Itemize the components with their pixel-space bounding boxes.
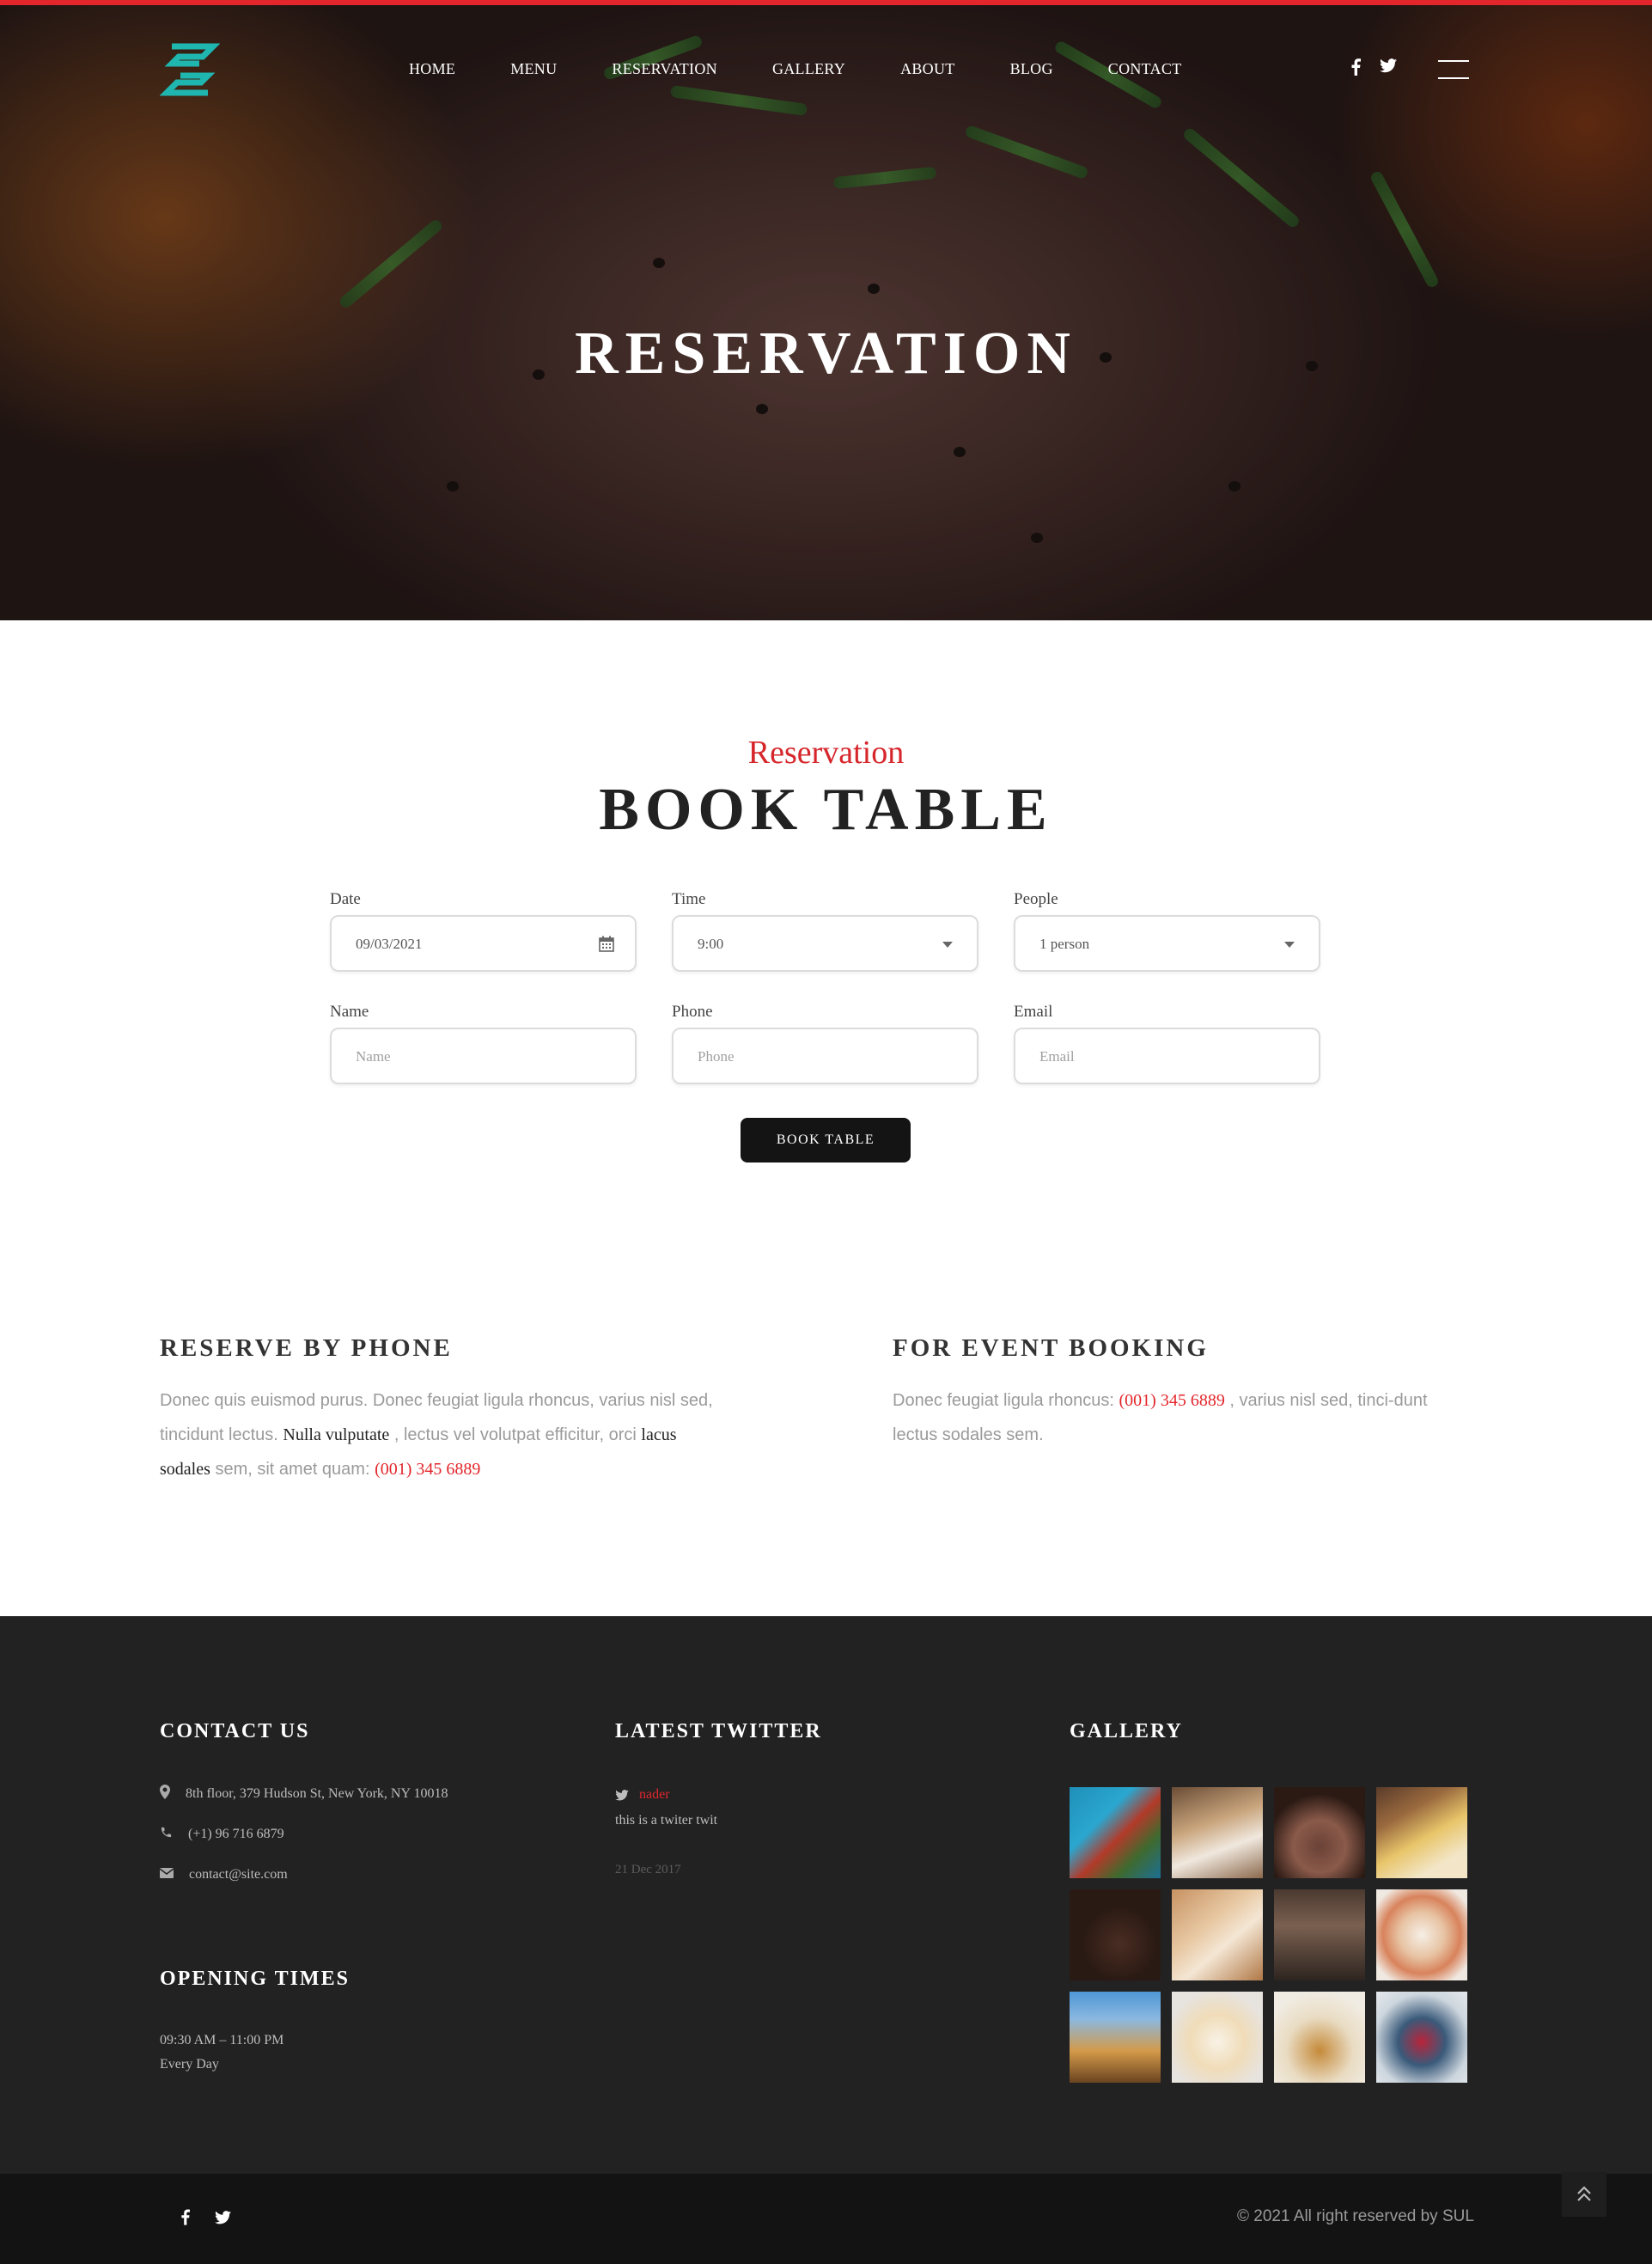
envelope-icon [159,1867,174,1883]
reserve-phone-text: Donec quis euismod purus. Donec feugiat … [160,1391,713,1479]
reserve-phone-title: RESERVE BY PHONE [160,1334,453,1362]
tweet-text: this is a twiter twit [615,1813,718,1828]
copyright-text: © 2021 All right reserved by SUL [1237,2207,1474,2225]
nav-contact[interactable]: CONTACT [1108,60,1182,78]
chevron-down-icon [1284,942,1295,948]
event-booking-text: Donec feugiat ligula rhoncus: (001) 345 … [893,1391,1428,1444]
opening-hours: 09:30 AM – 11:00 PM [160,2033,284,2047]
email-field[interactable]: Email [1014,1028,1320,1084]
date-field[interactable]: 09/03/2021 [330,915,637,972]
nav-menu[interactable]: MENU [510,60,557,78]
map-marker-icon [160,1785,170,1803]
tweet-date: 21 Dec 2017 [615,1863,681,1876]
name-label: Name [330,1003,369,1021]
gallery-thumb-6[interactable] [1172,1889,1263,1980]
chevron-down-icon [942,942,953,948]
contact-phone: (+1) 96 716 6879 [160,1826,284,1843]
back-to-top-button[interactable] [1562,2172,1606,2217]
name-placeholder: Name [356,1048,391,1065]
header-social [1350,58,1397,80]
nav-gallery[interactable]: GALLERY [772,60,845,78]
date-value: 09/03/2021 [356,936,423,952]
phone-field[interactable]: Phone [672,1028,978,1084]
opening-days: Every Day [160,2057,219,2072]
time-value: 9:00 [698,936,724,952]
gallery-thumb-9[interactable] [1070,1992,1161,2083]
email-label: Email [1014,1003,1053,1021]
nav-blog[interactable]: BLOG [1010,60,1053,78]
phone-placeholder: Phone [698,1048,735,1065]
gallery-thumb-4[interactable] [1376,1787,1467,1878]
twitter-icon [615,1790,629,1805]
nav-about[interactable]: ABOUT [900,60,955,78]
gallery-thumb-12[interactable] [1376,1992,1467,2083]
gallery-thumb-5[interactable] [1070,1889,1161,1980]
gallery-thumb-11[interactable] [1274,1992,1365,2083]
gallery-thumb-2[interactable] [1172,1787,1263,1878]
nav-reservation[interactable]: RESERVATION [612,60,717,78]
latest-twitter-title: LATEST TWITTER [615,1720,822,1742]
hamburger-icon[interactable] [1438,60,1469,81]
gallery-thumb-7[interactable] [1274,1889,1365,1980]
contact-email: contact@site.com [159,1867,288,1883]
people-select[interactable]: 1 person [1014,915,1320,972]
booking-title: BOOK TABLE [599,777,1053,843]
gallery-thumb-8[interactable] [1376,1889,1467,1980]
nav-home[interactable]: HOME [409,60,455,78]
hero-title: RESERVATION [575,320,1077,387]
facebook-icon[interactable] [180,2209,190,2230]
time-label: Time [672,890,706,908]
opening-times-title: OPENING TIMES [160,1968,350,1990]
name-field[interactable]: Name [330,1028,637,1084]
phone-link[interactable]: (001) 345 6889 [375,1460,480,1479]
gallery-thumb-1[interactable] [1070,1787,1161,1878]
twitter-icon[interactable] [1380,58,1397,80]
people-label: People [1014,890,1058,908]
accent-top-line [0,0,1652,5]
phone-icon [160,1826,173,1843]
contact-us-title: CONTACT US [160,1720,310,1742]
time-select[interactable]: 9:00 [672,915,978,972]
event-booking-title: FOR EVENT BOOKING [893,1334,1209,1362]
main-nav: HOME MENU RESERVATION GALLERY ABOUT BLOG… [409,60,1181,78]
facebook-icon[interactable] [1350,58,1361,80]
email-placeholder: Email [1039,1048,1075,1065]
phone-label: Phone [672,1003,713,1021]
calendar-icon[interactable] [599,936,614,956]
event-phone-link[interactable]: (001) 345 6889 [1119,1391,1225,1410]
twitter-icon[interactable] [215,2211,231,2229]
gallery-thumb-3[interactable] [1274,1787,1365,1878]
logo-icon[interactable] [160,41,220,98]
gallery-thumb-10[interactable] [1172,1992,1263,2083]
date-label: Date [330,890,361,908]
hero-banner [0,0,1652,620]
gallery-title: GALLERY [1070,1720,1183,1742]
booking-subtitle: Reservation [747,735,905,771]
double-chevron-up-icon [1577,2186,1591,2201]
people-value: 1 person [1039,936,1090,952]
twitter-user-link[interactable]: nader [639,1787,670,1803]
book-table-button[interactable]: BOOK TABLE [741,1118,911,1163]
contact-address: 8th floor, 379 Hudson St, New York, NY 1… [160,1785,448,1803]
